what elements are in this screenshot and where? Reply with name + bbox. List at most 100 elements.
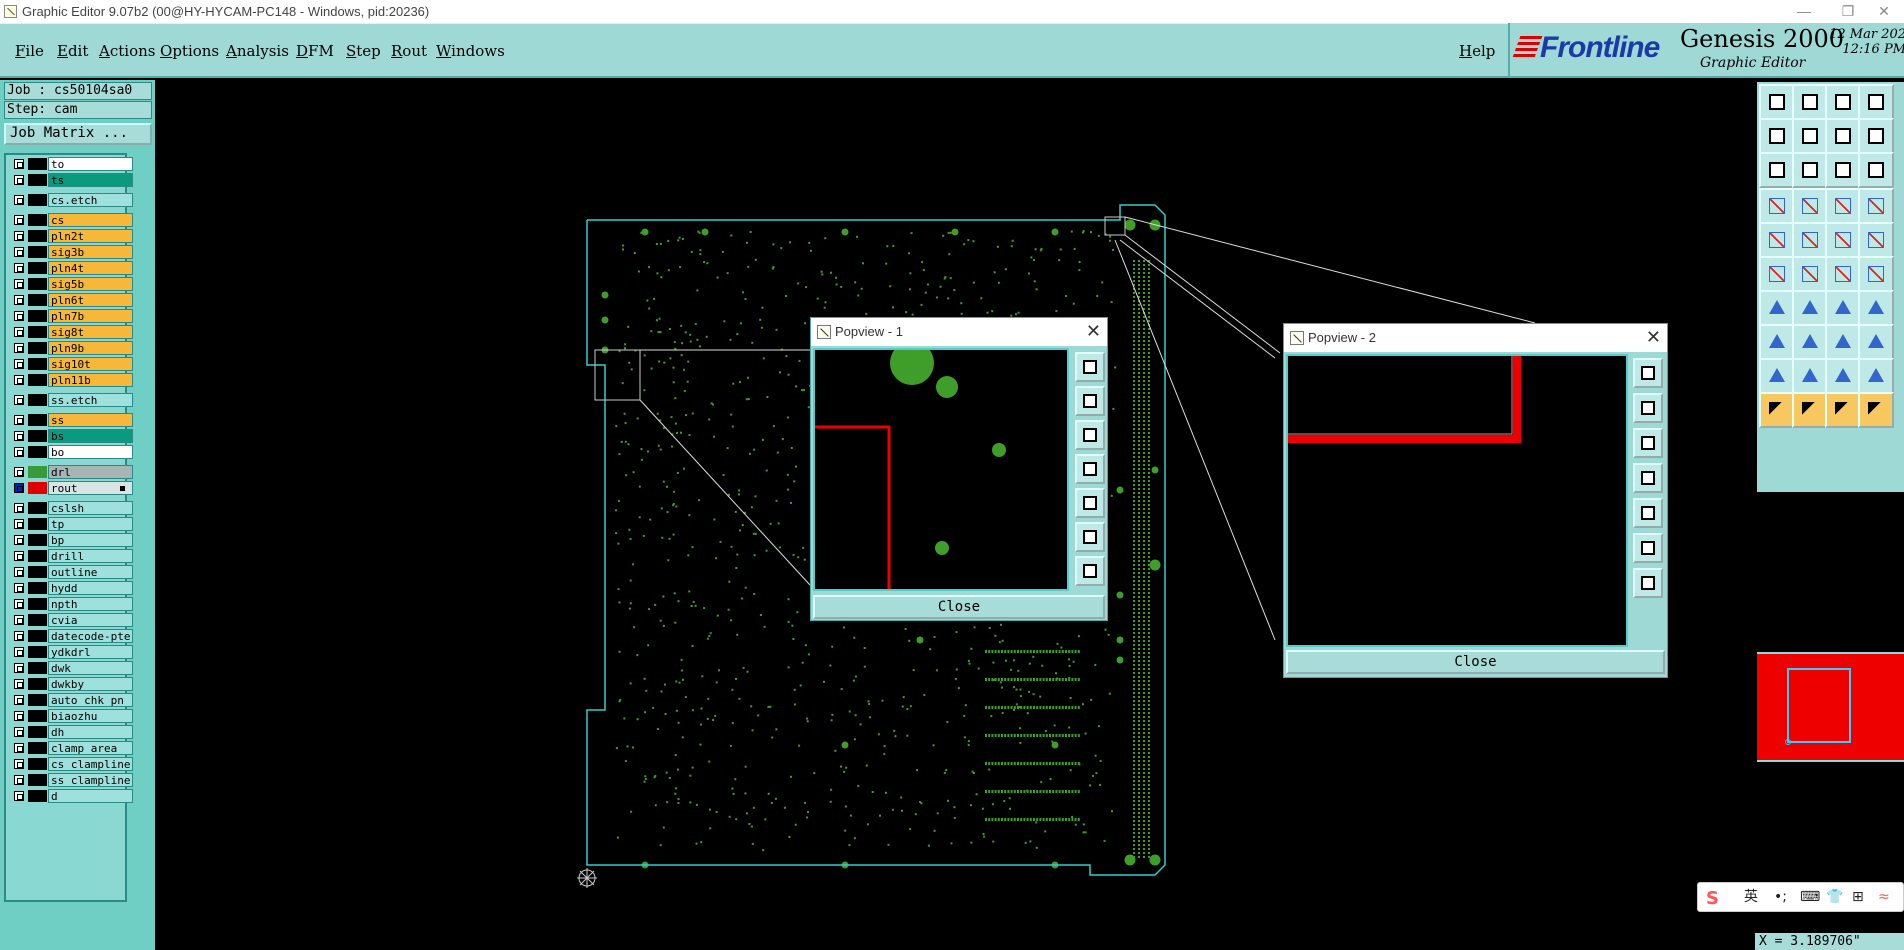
layer-row[interactable]: dwkby — [10, 677, 133, 691]
layer-checkbox[interactable] — [14, 279, 24, 289]
layer-name[interactable]: outline — [48, 565, 133, 579]
layer-name[interactable]: dwkby — [48, 677, 133, 691]
menu-step[interactable]: Step — [346, 42, 381, 60]
menu-file[interactable]: File — [15, 42, 44, 60]
popview-tool-icon[interactable] — [1633, 533, 1663, 563]
layer-row[interactable]: d — [10, 789, 133, 803]
next-icon[interactable] — [1792, 118, 1828, 154]
layer-name[interactable]: sig5b — [48, 277, 133, 291]
layer-name[interactable]: bo — [48, 445, 133, 459]
layer-name[interactable]: pln9b — [48, 341, 133, 355]
layer-row[interactable]: pln6t — [10, 293, 133, 307]
zoom-fit-icon[interactable] — [1792, 152, 1828, 188]
popview-tool-icon[interactable] — [1633, 393, 1663, 423]
layer-name[interactable]: sig10t — [48, 357, 133, 371]
layer-color-swatch[interactable] — [28, 230, 47, 242]
layer-name[interactable]: pln6t — [48, 293, 133, 307]
connect-icon[interactable] — [1759, 256, 1795, 292]
layer-row[interactable]: clamp_area — [10, 741, 133, 755]
layer-checkbox[interactable] — [14, 583, 24, 593]
layer-name[interactable]: ss_clampline — [48, 773, 133, 787]
layer-checkbox[interactable] — [14, 775, 24, 785]
layer-name[interactable]: bs — [48, 429, 133, 443]
cross-icon[interactable] — [1792, 256, 1828, 292]
layer-checkbox[interactable] — [14, 431, 24, 441]
layer-name[interactable]: pln4t — [48, 261, 133, 275]
layer-color-swatch[interactable] — [28, 466, 47, 478]
ime-punct-toggle[interactable]: •; — [1774, 883, 1787, 911]
layer-row[interactable]: cvia — [10, 613, 133, 627]
layer-row[interactable]: hydd — [10, 581, 133, 595]
popview-1-close-icon[interactable]: ✕ — [1086, 318, 1101, 344]
layer-color-swatch[interactable] — [28, 194, 47, 206]
redo-view-icon[interactable] — [1858, 118, 1894, 154]
layer-checkbox[interactable] — [14, 615, 24, 625]
layer-down-icon[interactable] — [1792, 84, 1828, 120]
magnet-icon[interactable] — [1858, 290, 1894, 326]
layer-color-swatch[interactable] — [28, 758, 47, 770]
layer-row[interactable]: sig8t — [10, 325, 133, 339]
layer-color-swatch[interactable] — [28, 582, 47, 594]
layer-color-swatch[interactable] — [28, 774, 47, 786]
layer-name[interactable]: pln7b — [48, 309, 133, 323]
overview-preview[interactable] — [1757, 652, 1904, 762]
layer-row[interactable]: biaozhu — [10, 709, 133, 723]
layer-checkbox[interactable] — [14, 247, 24, 257]
layer-name[interactable]: ydkdrl — [48, 645, 133, 659]
layer-color-swatch[interactable] — [28, 502, 47, 514]
job-matrix-button[interactable]: Job Matrix ... — [4, 123, 152, 145]
layer-name[interactable]: d — [48, 789, 133, 803]
dimension-icon[interactable] — [1825, 324, 1861, 360]
select-sub-icon[interactable] — [1792, 392, 1828, 428]
layer-checkbox[interactable] — [14, 727, 24, 737]
layer-row[interactable]: bs — [10, 429, 133, 443]
layer-color-swatch[interactable] — [28, 294, 47, 306]
popview-tool-icon[interactable] — [1633, 568, 1663, 598]
layer-name[interactable]: cs.etch — [48, 193, 133, 207]
layer-row[interactable]: bp — [10, 533, 133, 547]
popview-tool-icon[interactable] — [1075, 386, 1105, 416]
route-icon[interactable] — [1858, 392, 1894, 428]
line-draw-icon[interactable] — [1792, 222, 1828, 258]
layer-row[interactable]: to — [10, 157, 133, 171]
grid-icon[interactable] — [1792, 188, 1828, 224]
layer-row[interactable]: pln11b — [10, 373, 133, 387]
popview-1-view[interactable] — [813, 341, 1069, 591]
layer-up-icon[interactable] — [1759, 84, 1795, 120]
layer-checkbox[interactable] — [14, 631, 24, 641]
layer-checkbox[interactable] — [14, 679, 24, 689]
layer-color-swatch[interactable] — [28, 534, 47, 546]
layer-row[interactable]: pln7b — [10, 309, 133, 323]
arrow-tool-icon[interactable] — [1825, 256, 1861, 292]
layer-checkbox[interactable] — [14, 467, 24, 477]
layer-row[interactable]: pln9b — [10, 341, 133, 355]
layer-color-swatch[interactable] — [28, 598, 47, 610]
layer-color-swatch[interactable] — [28, 342, 47, 354]
popview-2-titlebar[interactable]: Popview - 2 — [1284, 324, 1667, 352]
layer-row[interactable]: drill — [10, 549, 133, 563]
popview-tool-icon[interactable] — [1075, 488, 1105, 518]
layer-checkbox[interactable] — [14, 503, 24, 513]
popview-tool-icon[interactable] — [1075, 420, 1105, 450]
layer-row[interactable]: ss — [10, 413, 133, 427]
popview-tool-icon[interactable] — [1633, 498, 1663, 528]
layer-color-swatch[interactable] — [28, 742, 47, 754]
layer-color-swatch[interactable] — [28, 278, 47, 290]
layer-color-swatch[interactable] — [28, 518, 47, 530]
graphic-canvas[interactable]: Popview - 1 ✕ Close Popview - 2 ✕ Close — [155, 80, 1755, 950]
popview-tool-icon[interactable] — [1075, 556, 1105, 586]
layer-row[interactable]: ss_clampline — [10, 773, 133, 787]
layer-color-swatch[interactable] — [28, 310, 47, 322]
more-icon[interactable]: ≈ — [1878, 883, 1890, 911]
layer-color-swatch[interactable] — [28, 446, 47, 458]
menu-help[interactable]: Help — [1459, 42, 1495, 60]
layer-name[interactable]: biaozhu — [48, 709, 133, 723]
layer-checkbox[interactable] — [14, 695, 24, 705]
help-icon[interactable] — [1858, 152, 1894, 188]
close-button[interactable]: ✕ — [1862, 0, 1904, 23]
layer-row[interactable]: outline — [10, 565, 133, 579]
layer-color-swatch[interactable] — [28, 614, 47, 626]
layer-name[interactable]: datecode-pte — [48, 629, 133, 643]
layer-checkbox[interactable] — [14, 647, 24, 657]
layer-row[interactable]: ts — [10, 173, 133, 187]
